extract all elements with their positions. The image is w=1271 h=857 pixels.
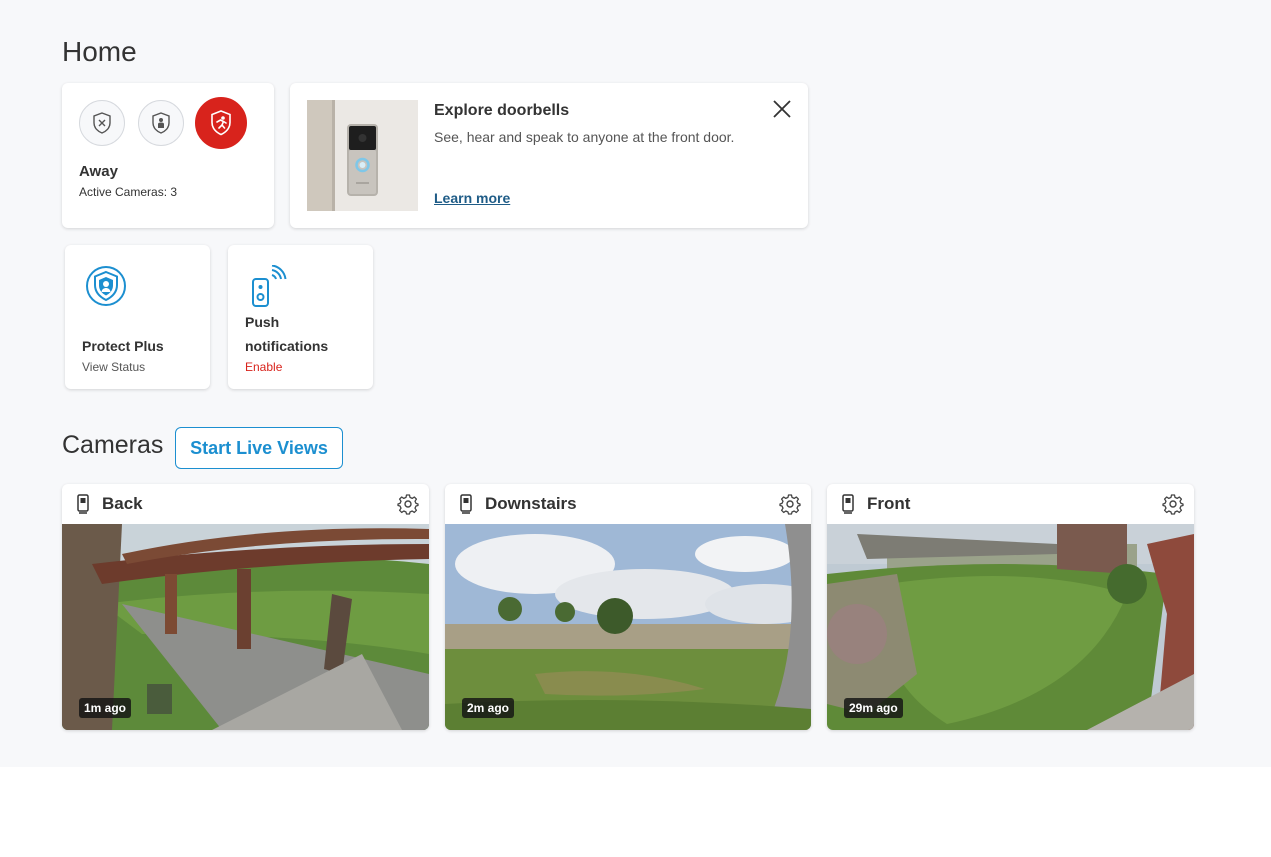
camera-snapshot-back[interactable]: 1m ago xyxy=(62,524,429,730)
doorbell-wifi-icon xyxy=(252,265,287,307)
push-title-line2: notifications xyxy=(245,338,329,354)
shield-person-icon xyxy=(152,112,170,134)
enable-notifications-link[interactable]: Enable xyxy=(245,360,282,374)
camera-header: Back xyxy=(62,484,429,524)
camera-name: Downstairs xyxy=(485,494,577,513)
doorbell-icon xyxy=(307,100,418,211)
push-notifications-tile[interactable]: Push notifications Enable xyxy=(228,245,373,389)
camera-settings-button[interactable] xyxy=(1162,493,1184,515)
camera-settings-button[interactable] xyxy=(779,493,801,515)
camera-header: Front xyxy=(827,484,1194,524)
protect-plus-shield-icon xyxy=(86,266,126,306)
camera-name: Front xyxy=(867,494,911,513)
camera-snapshot-front[interactable]: 29m ago xyxy=(827,524,1194,730)
start-live-views-button[interactable]: Start Live Views xyxy=(175,427,343,469)
snapshot-age: 2m ago xyxy=(462,698,515,718)
explore-doorbells-card: Explore doorbells See, hear and speak to… xyxy=(290,83,808,228)
shield-x-icon xyxy=(93,112,111,134)
camera-device-icon xyxy=(460,494,472,514)
cameras-heading: Cameras xyxy=(62,431,164,459)
push-title-line1: Push xyxy=(245,314,280,330)
gear-icon xyxy=(779,494,801,515)
page-title: Home xyxy=(62,36,137,67)
camera-snapshot-downstairs[interactable]: 2m ago xyxy=(445,524,811,730)
mode-home-button[interactable] xyxy=(138,100,184,146)
shield-running-icon xyxy=(211,110,231,136)
snapshot-age: 1m ago xyxy=(79,698,132,718)
mode-disarmed-button[interactable] xyxy=(79,100,125,146)
camera-card-downstairs: Downstairs 2m ago xyxy=(445,484,811,730)
protect-plus-tile[interactable]: Protect Plus View Status xyxy=(65,245,210,389)
home-page: Home Away Active Cameras: 3 Explore door… xyxy=(0,0,1271,767)
gear-icon xyxy=(1162,494,1184,515)
protect-plus-status-link[interactable]: View Status xyxy=(82,360,145,374)
mode-label: Away xyxy=(79,163,118,180)
camera-device-icon xyxy=(842,494,854,514)
gear-icon xyxy=(397,494,419,515)
camera-name: Back xyxy=(102,494,143,513)
camera-device-icon xyxy=(77,494,89,514)
promo-description: See, hear and speak to anyone at the fro… xyxy=(434,129,735,145)
camera-card-back: Back 1m ago xyxy=(62,484,429,730)
doorbell-image xyxy=(307,100,418,211)
protect-plus-title: Protect Plus xyxy=(82,338,164,354)
camera-settings-button[interactable] xyxy=(397,493,419,515)
learn-more-link[interactable]: Learn more xyxy=(434,190,510,206)
snapshot-age: 29m ago xyxy=(844,698,903,718)
security-mode-card: Away Active Cameras: 3 xyxy=(62,83,274,228)
push-notifications-title: Push notifications xyxy=(245,310,328,358)
camera-header: Downstairs xyxy=(445,484,811,524)
mode-away-button[interactable] xyxy=(195,97,247,149)
active-cameras-count: Active Cameras: 3 xyxy=(79,185,178,199)
camera-card-front: Front 29m ago xyxy=(827,484,1194,730)
promo-title: Explore doorbells xyxy=(434,102,570,119)
close-icon xyxy=(773,100,791,118)
close-promo-button[interactable] xyxy=(770,97,794,121)
